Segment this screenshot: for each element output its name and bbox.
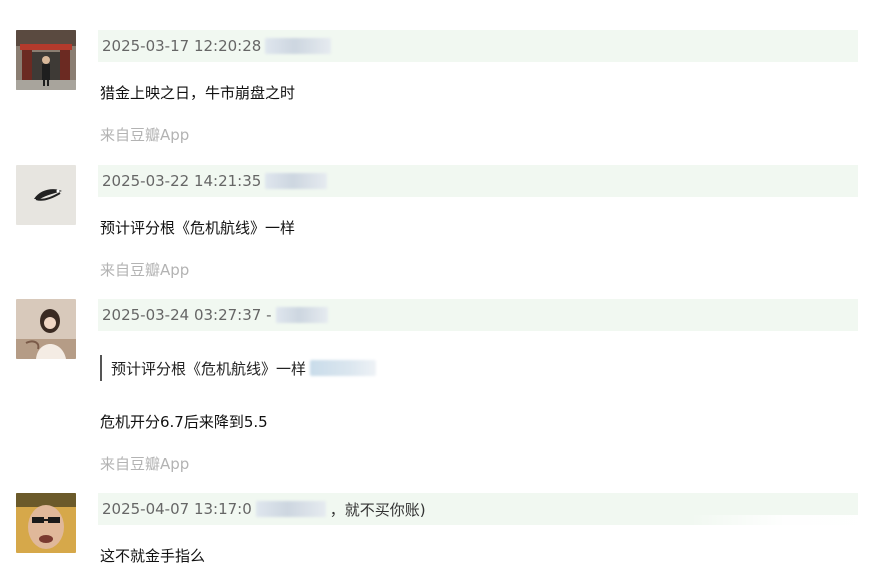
comment-text: 猎金上映之日，牛市崩盘之时 [100, 84, 296, 102]
source-tag[interactable]: 来自豆瓣App [100, 259, 189, 280]
quoted-comment[interactable]: 预计评分根《危机航线》一样 [100, 355, 377, 381]
comment-meta-extra: ，就不买你账) [329, 500, 426, 519]
comment-text: 危机开分6.7后来降到5.5 [100, 413, 268, 431]
avatar-image-icon [16, 299, 76, 359]
redacted-username [265, 38, 332, 54]
source-tag[interactable]: 来自豆瓣App [100, 453, 189, 474]
source-tag[interactable]: 来自豆瓣App [100, 124, 189, 145]
redacted-username [275, 307, 328, 323]
comment-timestamp: 2025-03-17 12:20:28 [102, 37, 262, 55]
avatar-image-icon [16, 165, 76, 225]
avatar[interactable] [16, 493, 76, 553]
comment-timestamp: 2025-03-24 03:27:37 - [102, 306, 272, 324]
comment-meta-bar: 2025-03-24 03:27:37 - [98, 299, 858, 331]
avatar[interactable] [16, 165, 76, 225]
comment-text: 预计评分根《危机航线》一样 [100, 219, 296, 237]
avatar[interactable] [16, 299, 76, 359]
avatar-image-icon [16, 30, 76, 90]
comment-meta-bar: 2025-03-22 14:21:35 [98, 165, 858, 197]
avatar-image-icon [16, 493, 76, 553]
comment-timestamp: 2025-04-07 13:17:0 [102, 500, 252, 518]
quoted-text: 预计评分根《危机航线》一样 [111, 359, 307, 378]
comment-timestamp: 2025-03-22 14:21:35 [102, 172, 262, 190]
fade-overlay [690, 515, 876, 577]
comment-text: 这不就金手指么 [100, 547, 206, 565]
quoted-username [310, 360, 377, 376]
redacted-username [265, 173, 328, 189]
comment-meta-bar: 2025-03-17 12:20:28 [98, 30, 858, 62]
redacted-username [255, 501, 326, 517]
avatar[interactable] [16, 30, 76, 90]
